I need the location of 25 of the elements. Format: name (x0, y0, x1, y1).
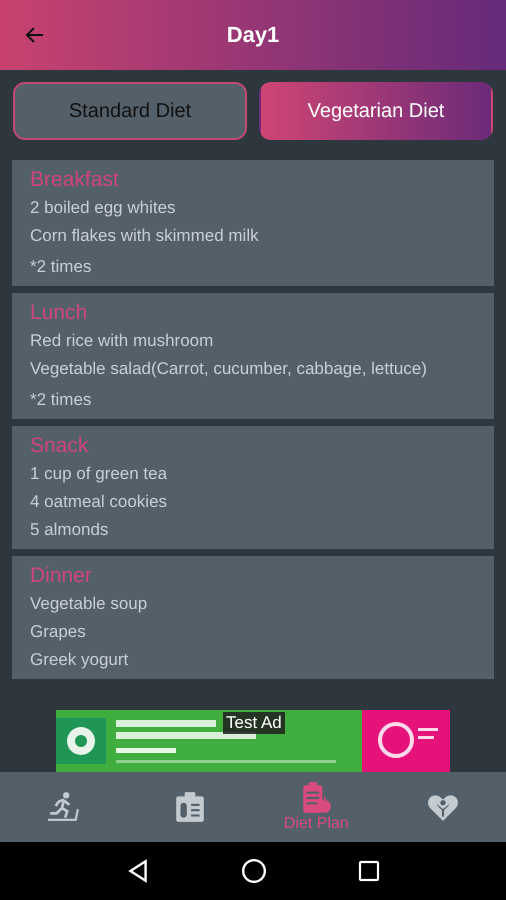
food-item: 5 almonds (30, 519, 110, 541)
food-item: Red rice with mushroom (30, 330, 214, 352)
food-item: Vegetable soup (30, 593, 148, 615)
nav-label: Diet Plan (284, 815, 349, 833)
meal-title: Lunch (30, 301, 88, 325)
ad-label: Test Ad (223, 712, 285, 734)
nav-tab[interactable]: Diet Plan (253, 772, 380, 842)
diet-tab[interactable]: Standard Diet (13, 82, 247, 140)
food-item: Greek yogurt (30, 649, 130, 671)
home-icon[interactable] (241, 858, 267, 884)
recents-icon[interactable] (357, 859, 381, 883)
food-item: Grapes (30, 621, 87, 643)
food-item: Vegetable salad(Carrot, cucumber, cabbage, lettuce) (30, 358, 428, 380)
runner-icon (46, 790, 80, 824)
diet-tab[interactable]: Vegetarian Diet (259, 82, 493, 140)
food-item: 1 cup of green tea (30, 463, 168, 485)
meal-title: Breakfast (30, 168, 120, 192)
food-item: 2 boiled egg whites (30, 197, 177, 219)
serving-note: *2 times (30, 389, 92, 411)
food-item: Corn flakes with skimmed milk (30, 225, 260, 247)
meal-title: Dinner (30, 564, 93, 588)
serving-note: *2 times (30, 256, 92, 278)
screen-title: Day1 (226, 22, 280, 48)
food-item: 4 oatmeal cookies (30, 491, 168, 513)
meal-title: Snack (30, 434, 90, 458)
